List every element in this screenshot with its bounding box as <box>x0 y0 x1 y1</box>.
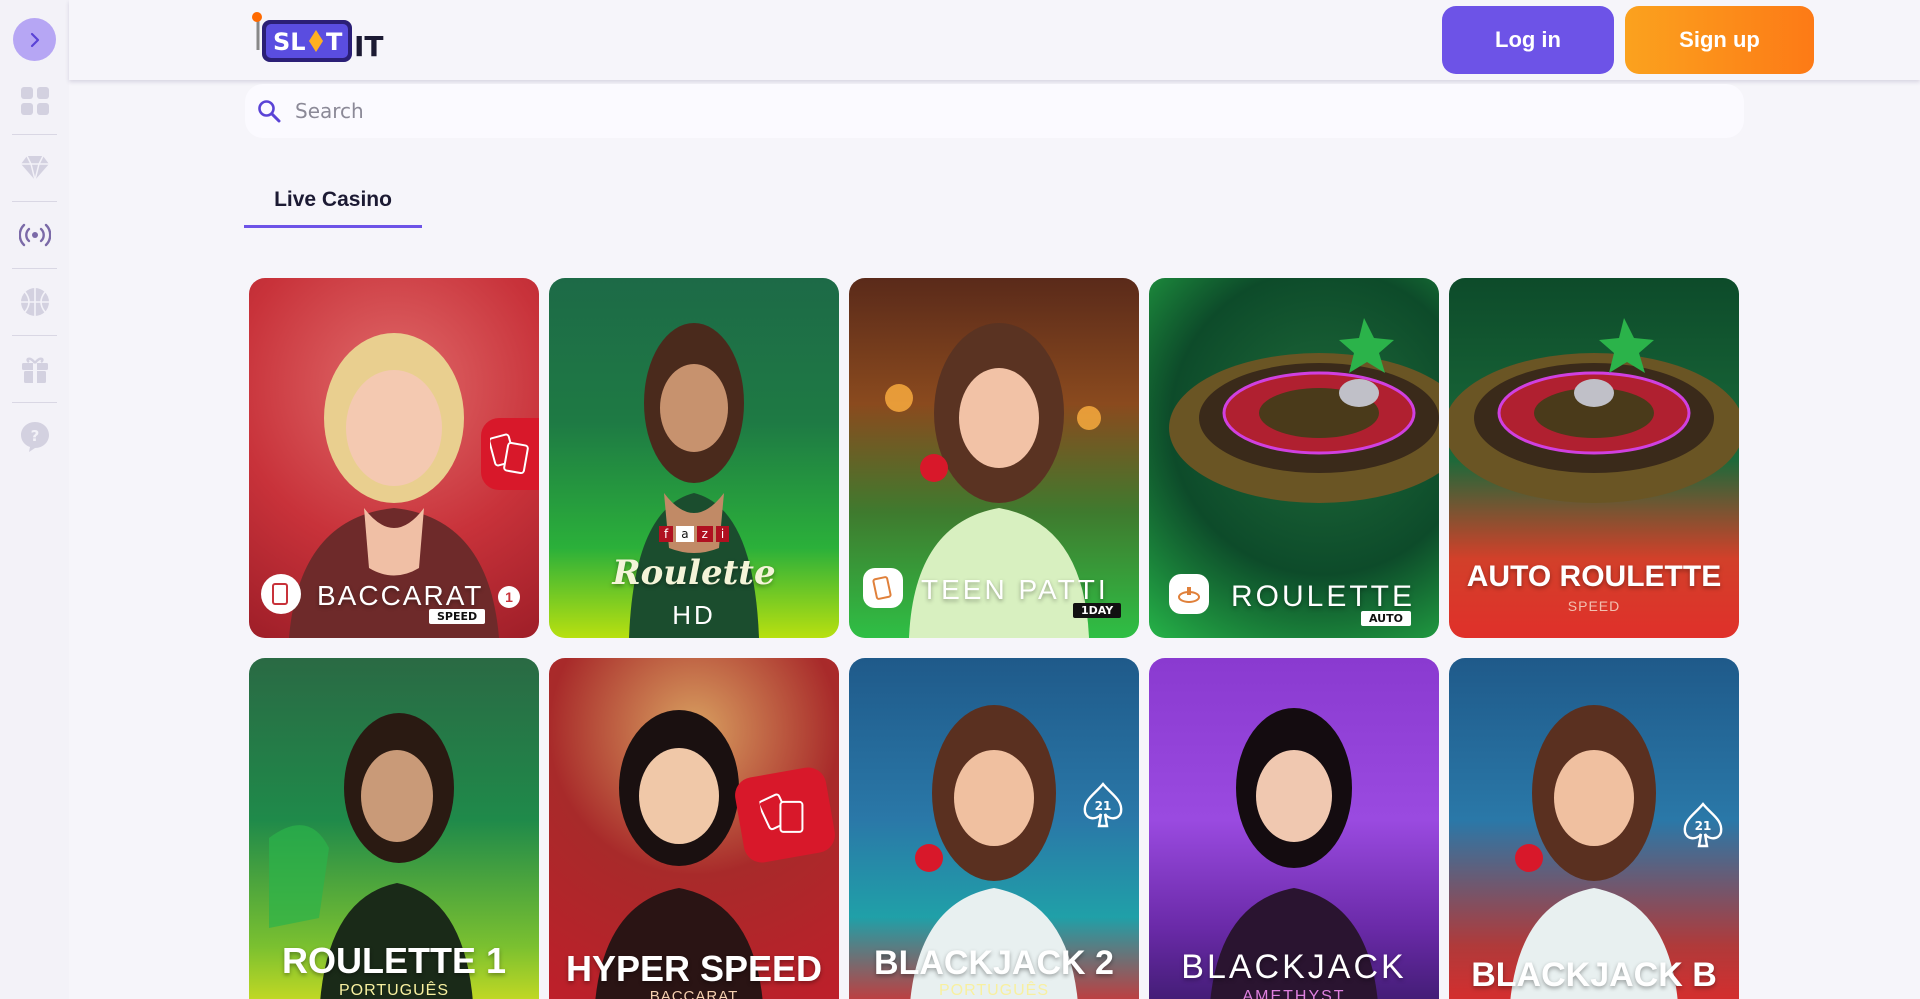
game-title: AUTO ROULETTE <box>1466 560 1722 593</box>
game-subtitle: AMETHYST <box>1242 988 1346 999</box>
game-title: BLACKJACK <box>1181 948 1407 986</box>
sports-ball-icon <box>20 288 49 316</box>
game-subtitle: HD <box>672 600 716 630</box>
game-card[interactable]: 21 BLACKJACK 2 PORTUGUÊS <box>849 658 1139 999</box>
game-title: HYPER SPEED <box>565 948 823 989</box>
game-tag: 1DAY <box>1073 603 1122 618</box>
cards-icon <box>872 576 892 600</box>
game-grid: BACCARAT 1 SPEED f a z i Roulette HD TEE… <box>249 278 1739 999</box>
cards-icon <box>272 583 288 605</box>
playing-cards-icon <box>490 433 529 475</box>
roulette-wheel-image <box>1169 318 1439 503</box>
site-logo[interactable]: SL T IT <box>250 12 390 68</box>
svg-text:IT: IT <box>354 30 384 63</box>
sidebar-item-promotions[interactable] <box>12 336 57 403</box>
grid-icon <box>20 87 49 115</box>
signup-button[interactable]: Sign up <box>1625 6 1814 74</box>
game-badge <box>481 418 539 490</box>
provider-icon <box>863 568 903 608</box>
svg-text:SL: SL <box>273 28 306 56</box>
provider-icon <box>261 574 301 614</box>
game-card[interactable]: BACCARAT 1 SPEED <box>249 278 539 638</box>
search-input[interactable] <box>295 99 1595 123</box>
game-number: 1 <box>505 589 513 605</box>
provider-icon <box>1169 574 1209 614</box>
sidebar-item-sports[interactable] <box>12 269 57 336</box>
svg-text:?: ? <box>30 427 39 445</box>
blackjack-21-icon: 21 <box>1083 782 1123 828</box>
brand-letter: i <box>715 526 730 542</box>
playing-cards-icon <box>758 793 804 833</box>
tab-label: Live Casino <box>274 188 392 211</box>
game-title: TEEN PATTI <box>921 574 1109 605</box>
search-bar <box>245 84 1744 138</box>
top-header: SL T IT Log in Sign up <box>69 0 1920 80</box>
sidebar-item-help[interactable]: ? <box>12 403 57 470</box>
game-badge <box>732 764 838 866</box>
sidebar-item-live-casino[interactable] <box>12 202 57 269</box>
brand-letter: z <box>696 526 713 542</box>
brand-letter: a <box>676 526 694 542</box>
sidebar-toggle-button[interactable] <box>13 18 56 61</box>
game-card[interactable]: ROULETTE 1 PORTUGUÊS <box>249 658 539 999</box>
game-number-badge: 1 <box>498 586 520 608</box>
gift-icon <box>21 357 48 383</box>
svg-text:21: 21 <box>1095 799 1112 813</box>
provider-logo: f a z i <box>659 526 730 542</box>
tab-live-casino[interactable]: Live Casino <box>244 188 422 228</box>
svg-text:T: T <box>326 28 343 56</box>
game-title: BLACKJACK 2 <box>874 944 1114 982</box>
game-subtitle: PORTUGUÊS <box>938 982 1050 999</box>
diamond-icon <box>20 155 49 181</box>
chevron-right-icon <box>30 32 39 47</box>
brand-letter: f <box>659 526 674 542</box>
roulette-icon <box>1178 587 1200 603</box>
live-broadcast-icon <box>18 223 51 247</box>
sidebar-item-vip[interactable] <box>12 135 57 202</box>
game-card[interactable]: f a z i Roulette HD <box>549 278 839 638</box>
game-subtitle: SPEED <box>1567 598 1621 614</box>
game-card[interactable]: AUTO ROULETTE SPEED <box>1449 278 1739 638</box>
game-card[interactable]: HYPER SPEED BACCARAT <box>549 658 839 999</box>
game-card[interactable]: TEEN PATTI 1DAY <box>849 278 1139 638</box>
game-tag: SPEED <box>429 609 486 624</box>
game-title: Roulette <box>612 553 776 593</box>
game-card[interactable]: ROULETTE AUTO <box>1149 278 1439 638</box>
blackjack-21-icon: 21 <box>1683 802 1723 848</box>
game-tag: AUTO <box>1361 611 1411 626</box>
login-button[interactable]: Log in <box>1442 6 1614 74</box>
game-subtitle: BACCARAT <box>649 988 739 999</box>
svg-text:21: 21 <box>1695 819 1712 833</box>
game-title: BACCARAT <box>317 580 484 611</box>
game-subtitle: PORTUGUÊS <box>338 982 450 999</box>
sidebar: ? <box>0 0 69 999</box>
roulette-wheel-image <box>1449 318 1739 503</box>
game-title: BLACKJACK B <box>1471 956 1717 994</box>
game-card[interactable]: 21 BLACKJACK B <box>1449 658 1739 999</box>
help-icon: ? <box>20 421 49 452</box>
game-card[interactable]: BLACKJACK AMETHYST <box>1149 658 1439 999</box>
game-title: ROULETTE <box>1231 580 1416 613</box>
sidebar-item-games[interactable] <box>12 68 57 135</box>
game-title: ROULETTE 1 <box>281 940 506 981</box>
search-icon <box>258 100 281 123</box>
